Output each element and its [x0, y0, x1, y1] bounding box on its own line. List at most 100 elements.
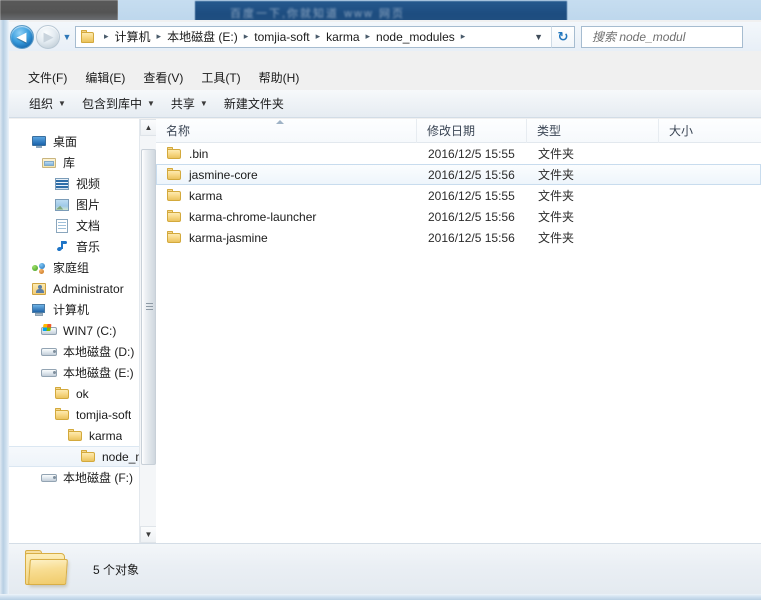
menu-item-edit[interactable]: 编辑(E): [76, 67, 134, 88]
folder-icon: [166, 188, 183, 204]
picture-icon: [54, 197, 71, 213]
sidebar-item-libraries[interactable]: 库: [9, 152, 156, 173]
breadcrumb-item-tomjia-soft[interactable]: tomjia-soft: [253, 30, 310, 44]
drive-icon: [41, 365, 58, 381]
scrollbar-thumb[interactable]: [141, 149, 156, 465]
breadcrumb-separator-4[interactable]: ▸: [361, 31, 376, 42]
sidebar-item-pictures[interactable]: 图片: [9, 194, 156, 215]
include-in-library-button[interactable]: 包含到库中 ▼: [74, 92, 163, 115]
folder-icon: [67, 428, 84, 444]
breadcrumb-dropdown-button[interactable]: ▼: [530, 32, 551, 42]
windows-drive-icon: [41, 323, 58, 339]
triangle-down-icon: ▼: [144, 530, 153, 539]
breadcrumb-separator-1[interactable]: ▸: [152, 31, 167, 42]
table-row[interactable]: jasmine-core 2016/12/5 15:56 文件夹: [156, 164, 761, 185]
sidebar-item-win7-c[interactable]: WIN7 (C:): [9, 320, 156, 341]
table-row[interactable]: .bin 2016/12/5 15:55 文件夹: [156, 143, 761, 164]
menu-item-help[interactable]: 帮助(H): [250, 67, 309, 88]
file-type-cell: 文件夹: [538, 231, 575, 245]
music-icon: [54, 239, 71, 255]
refresh-icon: ↻: [557, 29, 569, 44]
sidebar-item-music[interactable]: 音乐: [9, 236, 156, 257]
sidebar-item-administrator[interactable]: Administrator: [9, 278, 156, 299]
menu-item-file[interactable]: 文件(F): [19, 67, 76, 88]
file-type-cell: 文件夹: [538, 147, 575, 161]
details-pane: 5 个对象: [9, 543, 761, 594]
search-placeholder: 搜索 node_modul: [592, 30, 686, 44]
share-button[interactable]: 共享 ▼: [163, 92, 216, 115]
column-header-name[interactable]: 名称: [156, 119, 417, 143]
sidebar-item-label: Administrator: [53, 281, 124, 296]
drive-icon: [41, 344, 58, 360]
column-header-label: 名称: [166, 124, 191, 138]
sidebar-item-computer[interactable]: 计算机: [9, 299, 156, 320]
breadcrumb-separator-5[interactable]: ▸: [456, 31, 471, 42]
column-header-date-modified[interactable]: 修改日期: [417, 119, 527, 143]
sidebar-item-label: 图片: [76, 198, 101, 212]
sidebar-item-drive-e[interactable]: 本地磁盘 (E:): [9, 362, 156, 383]
breadcrumb-item-drive-e[interactable]: 本地磁盘 (E:): [166, 28, 239, 45]
column-header-label: 大小: [669, 124, 694, 138]
menu-item-view[interactable]: 查看(V): [134, 67, 192, 88]
folder-icon: [54, 386, 71, 402]
folder-icon: [166, 146, 183, 162]
sidebar-item-desktop[interactable]: 桌面: [9, 131, 156, 152]
chevron-down-icon: ▼: [58, 99, 66, 108]
sidebar-item-label: 家庭组: [53, 261, 90, 275]
file-type-cell: 文件夹: [538, 189, 575, 203]
breadcrumb-separator-2[interactable]: ▸: [239, 31, 254, 42]
breadcrumb-item-computer[interactable]: 计算机: [114, 28, 152, 45]
sidebar-item-documents[interactable]: 文档: [9, 215, 156, 236]
file-name-cell: karma-jasmine: [157, 230, 418, 246]
sidebar-item-videos[interactable]: 视频: [9, 173, 156, 194]
breadcrumb-item-karma[interactable]: karma: [325, 30, 360, 44]
sidebar-item-drive-d[interactable]: 本地磁盘 (D:): [9, 341, 156, 362]
column-header-type[interactable]: 类型: [527, 119, 659, 143]
command-toolbar: 组织 ▼ 包含到库中 ▼ 共享 ▼ 新建文件夹: [9, 90, 761, 118]
table-row[interactable]: karma 2016/12/5 15:55 文件夹: [156, 185, 761, 206]
refresh-button[interactable]: ↻: [551, 25, 575, 48]
back-button[interactable]: ◀: [10, 24, 34, 49]
explorer-window: ◀ ▶ ▼ ▸ 计算机 ▸ 本地磁盘 (E:) ▸ tomjia-soft ▸ …: [0, 20, 761, 600]
scroll-down-button[interactable]: ▼: [140, 526, 156, 543]
breadcrumb-separator-3[interactable]: ▸: [311, 31, 326, 42]
folder-icon: [54, 407, 71, 423]
sidebar-item-label: 库: [63, 156, 76, 170]
sidebar-item-label: 视频: [76, 177, 101, 191]
menu-item-tools[interactable]: 工具(T): [192, 67, 249, 88]
table-row[interactable]: karma-chrome-launcher 2016/12/5 15:56 文件…: [156, 206, 761, 227]
table-row[interactable]: karma-jasmine 2016/12/5 15:56 文件夹: [156, 227, 761, 248]
background-gray-window: [0, 0, 118, 21]
breadcrumb-separator-0[interactable]: ▸: [99, 31, 114, 42]
sidebar-item-tomjia-soft[interactable]: tomjia-soft: [9, 404, 156, 425]
search-input[interactable]: 搜索 node_modul: [581, 25, 743, 48]
breadcrumb-item-node-modules[interactable]: node_modules: [375, 30, 456, 44]
organize-button[interactable]: 组织 ▼: [21, 92, 74, 115]
sidebar-item-karma[interactable]: karma: [9, 425, 156, 446]
window-left-border: [0, 20, 9, 600]
address-bar: ◀ ▶ ▼ ▸ 计算机 ▸ 本地磁盘 (E:) ▸ tomjia-soft ▸ …: [9, 22, 761, 51]
sidebar-item-label: 本地磁盘 (E:): [63, 366, 134, 380]
navigation-pane-scrollbar[interactable]: ▲ ▼: [139, 119, 156, 543]
sidebar-item-drive-f[interactable]: 本地磁盘 (F:): [9, 467, 156, 488]
file-name-label: .bin: [189, 146, 209, 161]
user-icon: [31, 281, 48, 297]
chevron-down-icon: ▼: [146, 99, 155, 108]
folder-icon: [166, 230, 183, 246]
new-folder-button[interactable]: 新建文件夹: [216, 92, 292, 115]
scroll-up-button[interactable]: ▲: [140, 119, 156, 136]
sidebar-item-label: WIN7 (C:): [63, 323, 117, 338]
sidebar-item-homegroup[interactable]: 家庭组: [9, 257, 156, 278]
sidebar-item-node-modules[interactable]: node_mo: [9, 446, 156, 467]
breadcrumb-bar[interactable]: ▸ 计算机 ▸ 本地磁盘 (E:) ▸ tomjia-soft ▸ karma …: [75, 25, 551, 48]
forward-arrow-icon: ▶: [43, 29, 54, 44]
column-header-size[interactable]: 大小: [659, 119, 739, 143]
recent-locations-button[interactable]: ▼: [60, 27, 74, 47]
back-arrow-icon: ◀: [16, 29, 27, 44]
sidebar-item-ok[interactable]: ok: [9, 383, 156, 404]
file-name-cell: karma: [157, 188, 418, 204]
forward-button[interactable]: ▶: [36, 24, 60, 49]
chevron-down-icon: ▼: [62, 31, 72, 42]
folder-icon-large: [23, 549, 69, 589]
sidebar-item-label: karma: [89, 428, 123, 443]
